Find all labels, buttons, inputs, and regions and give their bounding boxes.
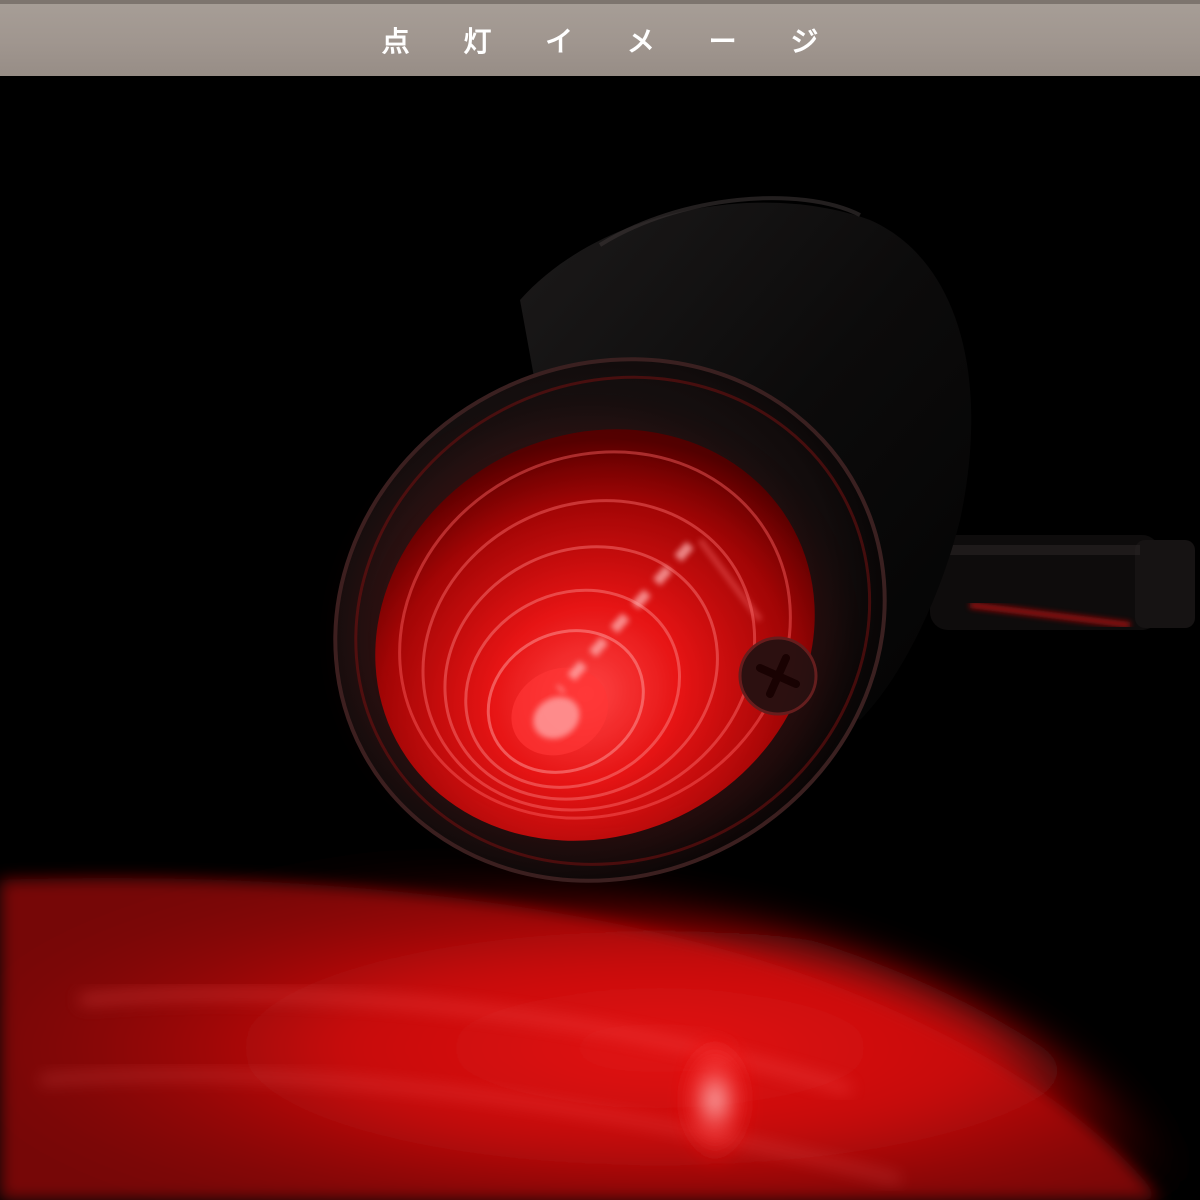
header-title: 点 灯 イ メ ー ジ (381, 25, 841, 58)
lamp-illustration (0, 76, 1200, 1200)
lamp-photo (0, 76, 1200, 1200)
product-image-page: 点 灯 イ メ ー ジ (0, 0, 1200, 1200)
header-bar: 点 灯 イ メ ー ジ (0, 0, 1200, 76)
mounting-stem (930, 535, 1195, 630)
